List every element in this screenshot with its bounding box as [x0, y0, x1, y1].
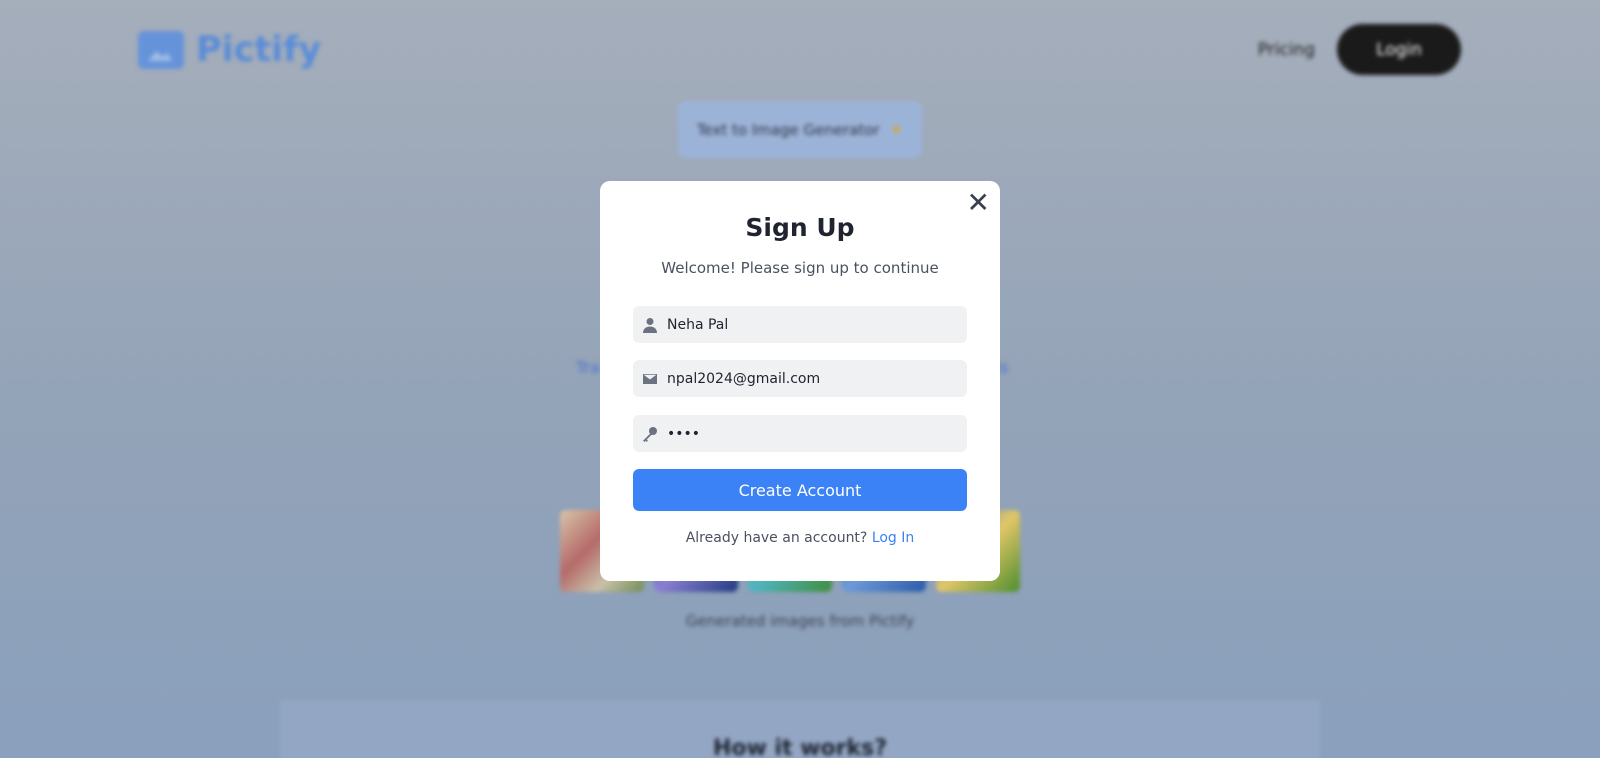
top-nav: Pricing Login [1258, 24, 1461, 75]
email-value[interactable]: npal2024@gmail.com [667, 371, 820, 387]
hero-badge: Text to Image Generator ✦ [678, 101, 922, 158]
star-icon: ✦ [889, 120, 904, 139]
app-logo[interactable]: Pictify [138, 30, 321, 70]
modal-title: Sign Up [745, 213, 855, 242]
login-prompt-text: Already have an account? [685, 530, 868, 546]
user-icon [643, 317, 657, 333]
pricing-link[interactable]: Pricing [1258, 40, 1315, 60]
app-name: Pictify [196, 30, 322, 70]
create-account-button[interactable]: Create Account [633, 469, 967, 511]
login-button[interactable]: Login [1337, 24, 1461, 75]
name-field[interactable]: Neha Pal [633, 306, 967, 343]
signup-modal: ✕ Sign Up Welcome! Please sign up to con… [600, 181, 1000, 581]
image-icon [138, 31, 184, 69]
login-link[interactable]: Log In [872, 530, 914, 546]
email-field[interactable]: npal2024@gmail.com [633, 360, 967, 397]
gallery-caption: Generated images from Pictify [685, 612, 915, 630]
mail-icon [643, 373, 657, 384]
modal-subtitle: Welcome! Please sign up to continue [661, 259, 939, 277]
how-it-works-title: How it works? [712, 736, 887, 758]
login-prompt: Already have an account? Log In [600, 530, 1000, 546]
password-field[interactable]: •••• [633, 415, 967, 452]
key-icon [643, 426, 657, 442]
name-value[interactable]: Neha Pal [667, 317, 728, 333]
password-value[interactable]: •••• [667, 426, 700, 442]
hero-badge-label: Text to Image Generator [696, 120, 880, 139]
